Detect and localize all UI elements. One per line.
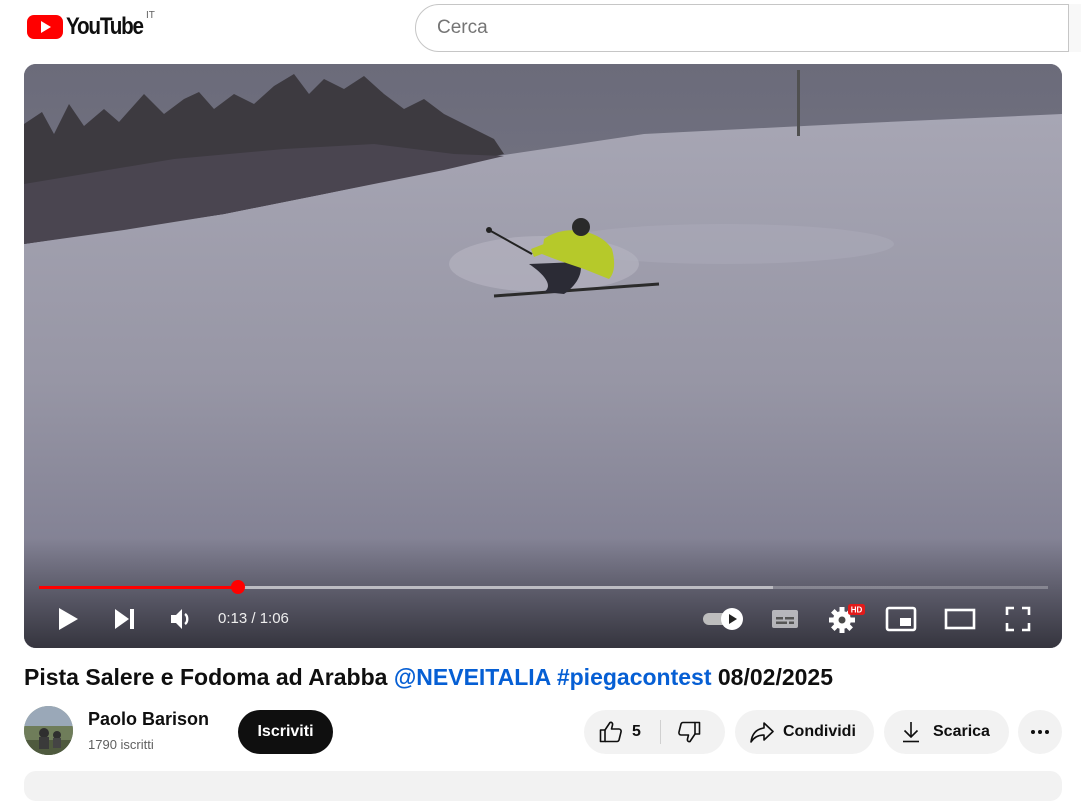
time-display: 0:13 / 1:06: [218, 610, 289, 627]
progress-bar[interactable]: [39, 580, 1048, 594]
gear-icon: HD: [829, 604, 865, 633]
progress-played: [39, 586, 238, 589]
fullscreen-icon: [1005, 606, 1031, 632]
like-separator: [660, 720, 661, 744]
subtitles-button[interactable]: [768, 604, 802, 634]
theater-mode-button[interactable]: [942, 604, 978, 634]
subscribe-button[interactable]: Iscriviti: [238, 710, 333, 754]
avatar-image: [24, 706, 73, 755]
autoplay-toggle-icon: [703, 608, 743, 630]
miniplayer-button[interactable]: [884, 604, 918, 634]
channel-avatar[interactable]: [24, 706, 73, 755]
search-input[interactable]: [437, 5, 1057, 51]
youtube-logo-icon: [27, 15, 63, 39]
like-count: 5: [632, 723, 641, 740]
svg-text:HD: HD: [851, 606, 863, 615]
like-button[interactable]: 5: [584, 710, 641, 754]
fullscreen-button[interactable]: [1002, 604, 1034, 634]
subtitles-icon: [772, 610, 798, 628]
title-date: 08/02/2025: [711, 664, 834, 690]
video-title: Pista Salere e Fodoma ad Arabba @NEVEITA…: [24, 664, 833, 691]
download-icon: [903, 722, 919, 743]
settings-button[interactable]: HD: [826, 600, 866, 634]
more-actions-button[interactable]: [1018, 710, 1062, 754]
youtube-logo[interactable]: YouTube: [27, 14, 155, 40]
volume-button[interactable]: [167, 604, 197, 634]
subscriber-count: 1790 iscritti: [88, 737, 154, 752]
volume-icon: [171, 609, 189, 629]
channel-name[interactable]: Paolo Barison: [88, 709, 209, 730]
play-button[interactable]: [53, 604, 83, 634]
thumbs-up-icon: [599, 721, 622, 743]
masthead: YouTube IT: [0, 0, 1081, 56]
download-button[interactable]: Scarica: [884, 710, 1009, 754]
video-player[interactable]: 0:13 / 1:06 HD: [24, 64, 1062, 648]
share-button[interactable]: Condividi: [735, 710, 874, 754]
theater-mode-icon: [944, 608, 976, 630]
autoplay-toggle[interactable]: [700, 606, 746, 632]
share-label: Condividi: [783, 723, 856, 740]
download-label: Scarica: [933, 723, 990, 740]
miniplayer-icon: [885, 606, 917, 632]
title-hashtag-link[interactable]: #piegacontest: [550, 664, 712, 690]
title-mention-link[interactable]: @NEVEITALIA: [394, 664, 551, 690]
play-icon: [59, 608, 78, 630]
country-code: IT: [146, 10, 155, 21]
next-icon: [115, 609, 134, 629]
next-button[interactable]: [110, 604, 140, 634]
more-horizontal-icon: [1031, 730, 1049, 734]
like-dislike-group: 5: [584, 710, 725, 754]
share-icon: [750, 722, 774, 743]
description-box[interactable]: [24, 771, 1062, 801]
logo-wordmark: YouTube: [66, 13, 144, 40]
progress-scrubber[interactable]: [230, 580, 245, 594]
dislike-button[interactable]: [676, 719, 702, 750]
search-box: [415, 4, 1081, 52]
search-button[interactable]: [1068, 4, 1081, 52]
thumbs-down-icon: [678, 721, 701, 743]
title-text: Pista Salere e Fodoma ad Arabba: [24, 664, 394, 690]
